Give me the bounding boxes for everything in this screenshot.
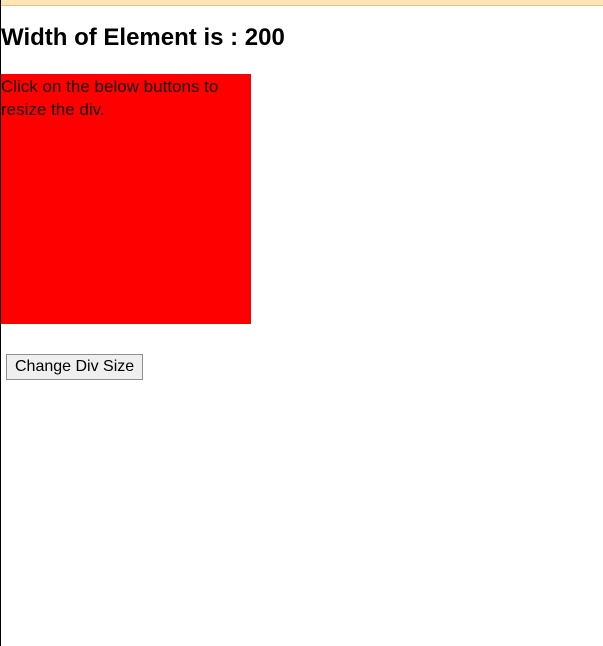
resizable-div-text: Click on the below buttons to resize the…: [1, 76, 251, 122]
resizable-div: Click on the below buttons to resize the…: [1, 74, 251, 324]
top-accent-bar: [1, 0, 603, 6]
page-content: Width of Element is : 200 Click on the b…: [1, 24, 603, 380]
width-value: 200: [245, 24, 285, 51]
width-label-prefix: Width of Element is :: [1, 24, 245, 51]
change-div-size-button[interactable]: Change Div Size: [6, 354, 143, 380]
width-heading: Width of Element is : 200: [1, 24, 603, 52]
